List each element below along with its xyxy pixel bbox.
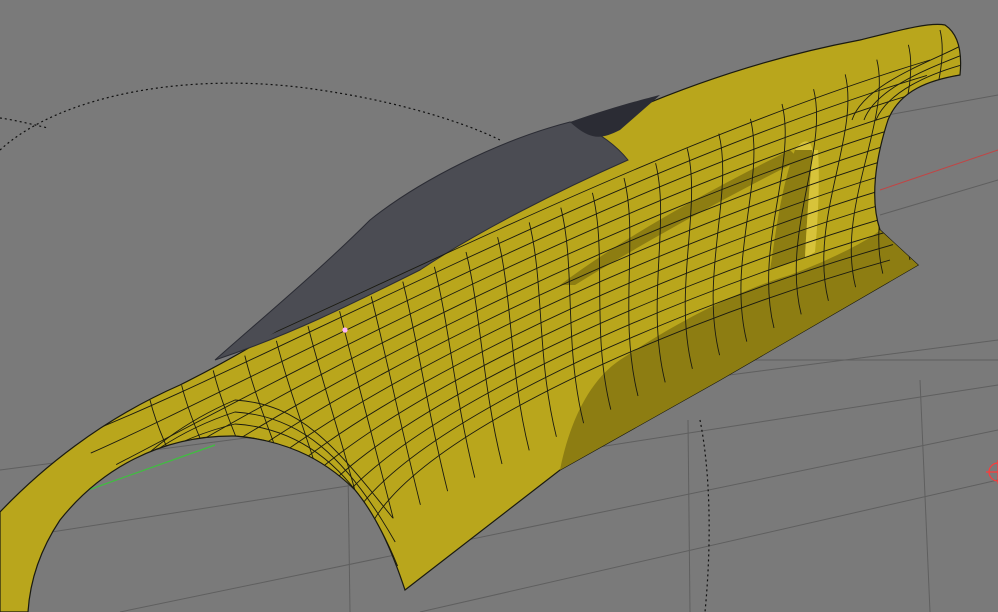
selected-vertex[interactable] [342, 327, 348, 333]
3d-viewport[interactable] [0, 0, 998, 612]
viewport-canvas[interactable] [0, 0, 998, 612]
